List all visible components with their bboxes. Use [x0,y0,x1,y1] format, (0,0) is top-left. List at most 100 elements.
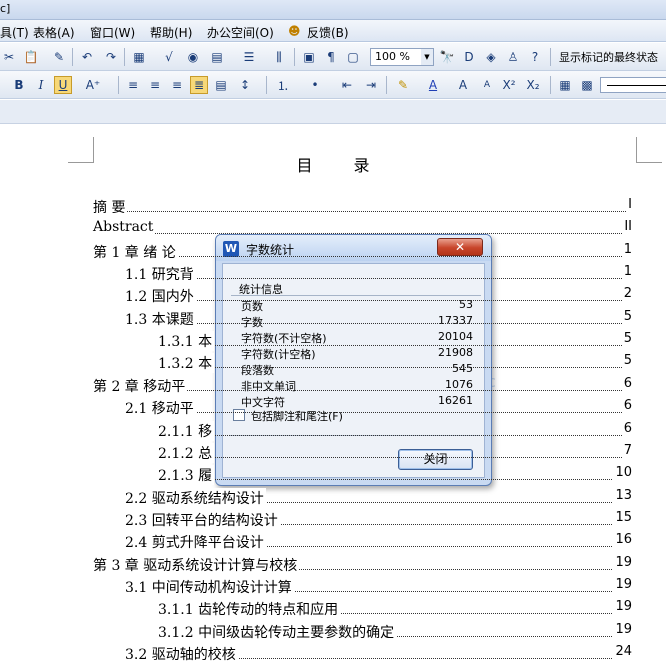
bullet-list-icon[interactable]: • [306,76,324,94]
wps-writer-icon: W [223,241,239,257]
font-color-a-icon[interactable]: A⁺ [84,76,102,94]
toc-entry[interactable]: 2.2 驱动系统结构设计 13 [0,486,666,508]
toc-entry[interactable]: 第 3 章 驱动系统设计计算与校核 19 [0,553,666,575]
toc-leader-dots [125,412,626,414]
toc-leader-dots [158,434,626,436]
cut-icon[interactable]: ✂ [0,48,18,66]
toc-page-number: 19 [613,554,632,570]
toc-entry-label: 3.1.1 齿轮传动的特点和应用 [158,599,341,620]
help-icon[interactable]: ? [526,48,544,66]
dialog-title-bar[interactable]: W 字数统计 ✕ [216,235,491,261]
increase-indent-icon[interactable]: ⇥ [362,76,380,94]
toc-entry[interactable]: 3.1.1 齿轮传动的特点和应用 19 [0,597,666,620]
toc-entry-label: 1.2 国内外 [125,286,196,307]
close-button[interactable]: ✕ [437,238,483,256]
stat-value: 17337 [438,314,473,327]
menu-help[interactable]: 帮助(H) [150,24,192,41]
toc-entry-label: 3.1.2 中间级齿轮传动主要参数的确定 [158,621,397,642]
justify-icon[interactable]: ≣ [190,76,208,94]
toc-entry[interactable]: 3.1.2 中间级齿轮传动主要参数的确定 19 [0,620,666,642]
toc-leader-dots [125,300,626,302]
toc-entry[interactable]: 摘 要I [0,195,666,217]
italic-icon[interactable]: I [32,76,50,94]
toc-entry[interactable]: 2.4 剪式升降平台设计 16 [0,530,666,553]
include-footnotes-checkbox[interactable] [233,409,245,421]
align-left-icon[interactable]: ≡ [124,76,142,94]
toc-page-number: 19 [613,621,632,637]
shirt-icon[interactable]: ♙ [504,48,522,66]
table-insert-icon[interactable]: ▦ [130,48,148,66]
stat-label: 字符数(不计空格) [241,332,327,345]
toc-leader-dots [158,345,626,347]
font-color-icon[interactable]: A [424,76,442,94]
stat-value: 20104 [438,330,473,343]
columns-icon[interactable]: ☰ [240,48,258,66]
grid-icon[interactable]: ▤ [208,48,226,66]
redo-icon[interactable]: ↷ [102,48,120,66]
highlight-icon[interactable]: ✎ [394,76,412,94]
feedback-icon: ☻ [288,24,301,38]
document-map-icon[interactable]: ▣ [300,48,318,66]
stat-row: 字符数(不计空格) 20104 [241,330,473,346]
close-dialog-button[interactable]: 关闭 [398,449,473,470]
menu-office-space[interactable]: 办公空间(O) [207,24,274,41]
window-title: c] [0,2,11,15]
toc-leader-dots [158,456,626,458]
format-painter-icon[interactable]: ✎ [50,48,68,66]
bold-icon[interactable]: B [10,76,28,94]
web-icon[interactable]: ◉ [184,48,202,66]
toc-page-number: 16 [613,532,632,548]
markup-display-select[interactable]: 显示标记的最终状态 [559,49,658,65]
paste-icon[interactable]: 📋 [22,48,40,66]
toc-entry-label: 2.3 回转平台的结构设计 [125,509,280,530]
toc-heading: 目 录 [296,156,388,175]
toc-leader-dots [93,211,626,212]
toc-entry[interactable]: 3.1 中间传动机构设计计算 19 [0,575,666,597]
menu-feedback[interactable]: 反馈(B) [307,24,349,41]
toc-entry-label: 1.3.1 本 [158,331,215,352]
toc-page-number: 7 [621,442,632,458]
stat-value: 545 [452,362,473,375]
menu-tools[interactable]: 具(T) [0,24,29,41]
chart-icon[interactable]: ⫼ [270,48,288,66]
chevron-down-icon[interactable]: ▼ [421,49,433,65]
menu-table[interactable]: 表格(A) [33,24,75,41]
page-view-icon[interactable]: ▢ [344,48,362,66]
title-bar: c] [0,0,666,20]
line-spacing-icon[interactable]: ↕ [236,76,254,94]
menu-window[interactable]: 窗口(W) [90,24,135,41]
toc-entry-label: 3.1 中间传动机构设计计算 [125,576,294,597]
line-style-select[interactable] [600,77,666,93]
toc-entry[interactable]: 2.3 回转平台的结构设计 15 [0,508,666,530]
superscript-icon[interactable]: X² [500,76,518,94]
wps-d-icon[interactable]: D [460,48,478,66]
shrink-font-icon[interactable]: A [478,76,496,94]
toc-page-number: 13 [613,487,632,503]
toc-entry[interactable]: 3.2 驱动轴的校核 24 [0,642,666,664]
formula-icon[interactable]: √ [160,48,178,66]
toc-entry-label: 第 2 章 移动平 [93,375,188,396]
numbered-list-icon[interactable]: ⒈ [274,76,292,94]
grow-font-icon[interactable]: A [454,76,472,94]
zoom-select[interactable]: 100 % ▼ [370,48,434,66]
subscript-icon[interactable]: X₂ [524,76,542,94]
formatting-toolbar: B I U A⁺ ≡ ≡ ≡ ≣ ▤ ↕ ⒈ • ⇤ ⇥ ✎ A A A X² … [0,71,666,99]
toc-entry-label: 3.2 驱动轴的校核 [125,644,238,664]
underline-icon[interactable]: U [54,76,72,94]
toc-page-number: 5 [621,308,632,324]
menu-bar: 具(T) 表格(A) 窗口(W) 帮助(H) 办公空间(O) ☻ 反馈(B) [0,20,666,42]
align-center-icon[interactable]: ≡ [146,76,164,94]
undo-icon[interactable]: ↶ [78,48,96,66]
template-icon[interactable]: ◈ [482,48,500,66]
borders-icon[interactable]: ▦ [556,76,574,94]
align-right-icon[interactable]: ≡ [168,76,186,94]
find-icon[interactable]: 🔭 [438,48,456,66]
distributed-icon[interactable]: ▤ [212,76,230,94]
include-footnotes-label[interactable]: 包括脚注和尾注(F) [251,408,343,424]
toc-page-number: 6 [621,398,632,414]
decrease-indent-icon[interactable]: ⇤ [338,76,356,94]
toc-page-number: 19 [613,576,632,592]
paragraph-mark-icon[interactable]: ¶ [322,48,340,66]
dialog-body: 统计信息 页数 53 字数 17337 字符数(不计空格) 20104 字符数(计空格) 21… [222,263,485,478]
shading-icon[interactable]: ▩ [578,76,596,94]
